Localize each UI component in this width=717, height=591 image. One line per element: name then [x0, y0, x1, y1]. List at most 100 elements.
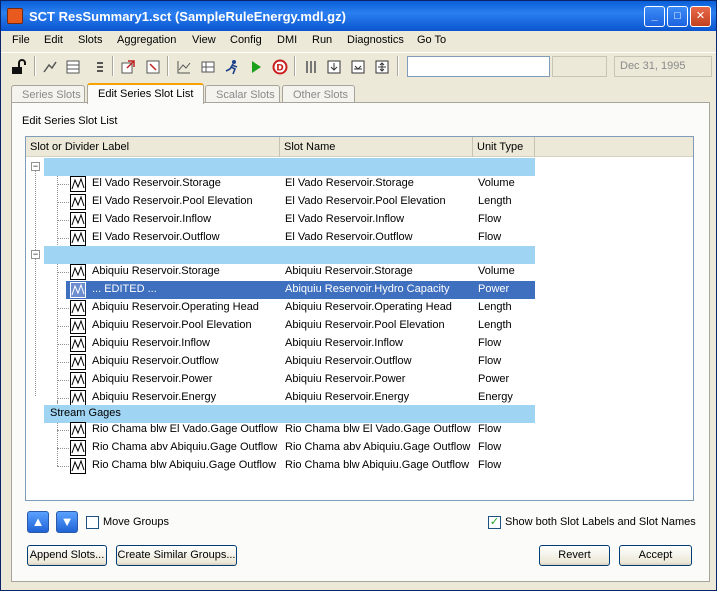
divider-label: Stream Gages [50, 407, 121, 419]
slot-label: Rio Chama abv Abiquiu.Gage Outflow [92, 441, 278, 453]
show-both-label: Show both Slot Labels and Slot Names [505, 516, 696, 528]
edit-series-panel: Edit Series Slot List Slot or Divider La… [11, 102, 710, 582]
unlock-icon[interactable] [8, 56, 28, 76]
close-button[interactable]: ✕ [690, 6, 711, 27]
menu-run[interactable]: Run [312, 34, 332, 46]
series-slot-icon [70, 176, 86, 192]
plot-icon[interactable] [173, 56, 193, 76]
stop-icon[interactable]: D [269, 56, 289, 76]
slot-tree-table[interactable]: Slot or Divider Label Slot Name Unit Typ… [25, 136, 694, 501]
create-similar-groups-button[interactable]: Create Similar Groups... [116, 545, 237, 566]
table-row[interactable]: Abiquiu Reservoir.Storage Abiquiu Reserv… [26, 263, 535, 281]
slot-label: El Vado Reservoir.Inflow [92, 213, 212, 225]
plot-link-icon[interactable] [39, 56, 59, 76]
series-slot-icon [70, 194, 86, 210]
table-row-divider[interactable] [44, 246, 535, 264]
series-slot-icon [70, 300, 86, 316]
expand-down-icon[interactable] [323, 56, 343, 76]
unit-type: Flow [478, 231, 502, 243]
menu-diagnostics[interactable]: Diagnostics [347, 34, 404, 46]
series-slot-icon [70, 440, 86, 456]
collapse-icon[interactable] [347, 56, 367, 76]
menu-view[interactable]: View [192, 34, 216, 46]
table-icon[interactable] [62, 56, 82, 76]
title-bar[interactable]: SCT ResSummary1.sct (SampleRuleEnergy.md… [1, 1, 716, 31]
slot-name: Abiquiu Reservoir.Energy [285, 391, 410, 403]
column-header-unit-type[interactable]: Unit Type [473, 137, 535, 157]
open-window-icon[interactable] [117, 56, 137, 76]
window-title: SCT ResSummary1.sct (SampleRuleEnergy.md… [29, 9, 346, 24]
menu-dmi[interactable]: DMI [277, 34, 297, 46]
column-header-label[interactable]: Slot or Divider Label [26, 137, 280, 157]
table-row[interactable]: El Vado Reservoir.Pool Elevation El Vado… [26, 193, 535, 211]
fit-icon[interactable] [371, 56, 391, 76]
table-row[interactable]: El Vado Reservoir.Storage El Vado Reserv… [26, 175, 535, 193]
close-window-icon[interactable] [142, 56, 162, 76]
table-row-selected[interactable]: ... EDITED ... Abiquiu Reservoir.Hydro C… [66, 281, 535, 299]
table-row[interactable]: Abiquiu Reservoir.Power Abiquiu Reservoi… [26, 371, 535, 389]
move-groups-checkbox[interactable] [86, 516, 99, 529]
slot-label: Rio Chama blw El Vado.Gage Outflow [92, 423, 278, 435]
move-down-button[interactable]: ▼ [56, 511, 78, 533]
table-row[interactable]: El Vado Reservoir.Inflow El Vado Reservo… [26, 211, 535, 229]
grid-icon[interactable] [197, 56, 217, 76]
unit-type: Flow [478, 213, 502, 225]
tab-series-slots[interactable]: Series Slots [11, 85, 85, 103]
unit-type: Length [478, 319, 512, 331]
series-slot-icon [70, 458, 86, 474]
slot-name: Rio Chama abv Abiquiu.Gage Outflow [285, 441, 471, 453]
app-icon [7, 8, 23, 24]
table-header: Slot or Divider Label Slot Name Unit Typ… [26, 137, 693, 157]
table-row[interactable]: Abiquiu Reservoir.Operating Head Abiquiu… [26, 299, 535, 317]
slot-label: Abiquiu Reservoir.Outflow [92, 355, 219, 367]
menu-slots[interactable]: Slots [78, 34, 102, 46]
columns-icon[interactable] [300, 56, 320, 76]
menu-goto[interactable]: Go To [417, 34, 446, 46]
maximize-button[interactable]: □ [667, 6, 688, 27]
unit-type: Flow [478, 459, 502, 471]
accept-button[interactable]: Accept [619, 545, 692, 566]
column-header-slot-name[interactable]: Slot Name [280, 137, 473, 157]
minimize-button[interactable]: _ [644, 6, 665, 27]
table-row[interactable]: Rio Chama abv Abiquiu.Gage Outflow Rio C… [26, 439, 535, 457]
slot-label: Abiquiu Reservoir.Operating Head [92, 301, 259, 313]
unit-type: Flow [478, 355, 502, 367]
slot-name: Abiquiu Reservoir.Power [285, 373, 406, 385]
search-input[interactable] [407, 56, 550, 77]
toolbar: D Dec 31, 1995 [1, 52, 716, 78]
table-row[interactable]: Abiquiu Reservoir.Pool Elevation Abiquiu… [26, 317, 535, 335]
tab-scalar-slots[interactable]: Scalar Slots [205, 85, 280, 103]
panel-heading: Edit Series Slot List [22, 115, 118, 127]
series-slot-icon [70, 336, 86, 352]
run-play-icon[interactable] [245, 56, 265, 76]
slot-name: Abiquiu Reservoir.Inflow [285, 337, 404, 349]
table-row[interactable]: Rio Chama blw Abiquiu.Gage Outflow Rio C… [26, 457, 535, 475]
show-both-checkbox[interactable]: ✓ [488, 516, 501, 529]
slot-label: Abiquiu Reservoir.Energy [92, 391, 217, 403]
menu-config[interactable]: Config [230, 34, 262, 46]
collapse-group-icon[interactable]: − [31, 162, 40, 171]
menu-edit[interactable]: Edit [44, 34, 63, 46]
series-slot-icon [70, 422, 86, 438]
revert-button[interactable]: Revert [539, 545, 610, 566]
menu-aggregation[interactable]: Aggregation [117, 34, 176, 46]
slot-name: Rio Chama blw Abiquiu.Gage Outflow [285, 459, 470, 471]
table-row[interactable]: Abiquiu Reservoir.Outflow Abiquiu Reserv… [26, 353, 535, 371]
runner-icon[interactable] [221, 56, 241, 76]
slot-label: Abiquiu Reservoir.Storage [92, 265, 220, 277]
menu-file[interactable]: File [12, 34, 30, 46]
table-row[interactable]: El Vado Reservoir.Outflow El Vado Reserv… [26, 229, 535, 247]
slot-label: ... EDITED ... [92, 283, 157, 295]
slot-name: El Vado Reservoir.Outflow [285, 231, 413, 243]
append-slots-button[interactable]: Append Slots... [27, 545, 107, 566]
move-up-button[interactable]: ▲ [27, 511, 49, 533]
table-row[interactable]: Rio Chama blw El Vado.Gage Outflow Rio C… [26, 421, 535, 439]
tab-edit-series-slot-list[interactable]: Edit Series Slot List [87, 83, 204, 104]
collapse-group-icon[interactable]: − [31, 250, 40, 259]
tab-other-slots[interactable]: Other Slots [282, 85, 355, 103]
table-row-divider[interactable] [44, 158, 535, 176]
list-icon[interactable] [89, 56, 109, 76]
slot-label: El Vado Reservoir.Storage [92, 177, 221, 189]
table-row[interactable]: Abiquiu Reservoir.Inflow Abiquiu Reservo… [26, 335, 535, 353]
slot-name: Abiquiu Reservoir.Operating Head [285, 301, 452, 313]
